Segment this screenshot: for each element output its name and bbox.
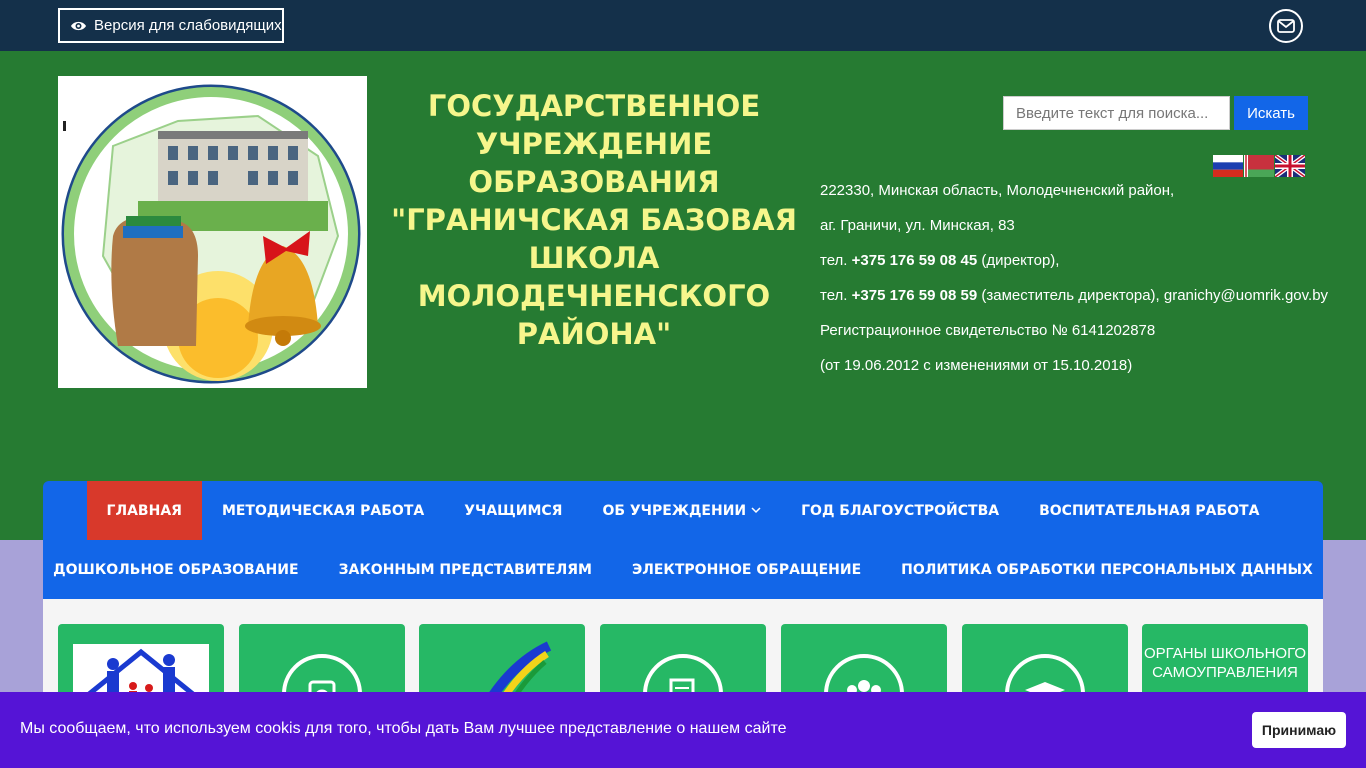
cookie-message: Мы сообщаем, что используем cookis для т… <box>20 720 787 737</box>
nav-item-about-label: ОБ УЧРЕЖДЕНИИ <box>602 502 747 519</box>
address-line: 222330, Минская область, Молодечненский … <box>820 182 1175 199</box>
nav-item-preschool[interactable]: ДОШКОЛЬНОЕ ОБРАЗОВАНИЕ <box>33 540 318 599</box>
phone-line-deputy: тел. +375 176 59 08 59 (заместитель дире… <box>820 282 1328 317</box>
search-button[interactable]: Искать <box>1234 96 1308 130</box>
page-title: ГОСУДАРСТВЕННОЕ УЧРЕЖДЕНИЕ ОБРАЗОВАНИЯ "… <box>391 89 797 351</box>
nav-item-home[interactable]: ГЛАВНАЯ <box>86 481 202 540</box>
nav-item-legal-representatives[interactable]: ЗАКОННЫМ ПРЕДСТАВИТЕЛЯМ <box>319 540 612 599</box>
chevron-down-icon <box>751 507 761 514</box>
nav-item-improvement-year[interactable]: ГОД БЛАГОУСТРОЙСТВА <box>781 481 1019 540</box>
visually-impaired-label: Версия для слабовидящих <box>94 17 282 34</box>
language-switcher <box>1213 155 1305 177</box>
nav-row: ДОШКОЛЬНОЕ ОБРАЗОВАНИЕ ЗАКОННЫМ ПРЕДСТАВ… <box>43 540 1323 599</box>
phone-prefix: тел. <box>820 287 852 304</box>
director-phone[interactable]: +375 176 59 08 45 <box>852 252 978 269</box>
nav-item-educational-work[interactable]: ВОСПИТАТЕЛЬНАЯ РАБОТА <box>1019 481 1279 540</box>
logo-emblem-image <box>61 84 361 384</box>
search-input[interactable] <box>1003 96 1230 130</box>
nav-item-privacy-policy[interactable]: ПОЛИТИКА ОБРАБОТКИ ПЕРСОНАЛЬНЫХ ДАННЫХ <box>881 540 1333 599</box>
contact-info: 222330, Минская область, Молодечненский … <box>820 177 1328 387</box>
top-bar: Версия для слабовидящих <box>0 0 1366 51</box>
visually-impaired-button[interactable]: Версия для слабовидящих <box>58 8 284 43</box>
registration-certificate: Регистрационное свидетельство № 61412028… <box>820 322 1156 339</box>
contact-mail-button[interactable] <box>1269 9 1303 43</box>
envelope-icon <box>1277 19 1295 33</box>
nav-item-methodical-work[interactable]: МЕТОДИЧЕСКАЯ РАБОТА <box>202 481 444 540</box>
nav-item-students[interactable]: УЧАЩИМСЯ <box>444 481 582 540</box>
nav-row: ГЛАВНАЯ МЕТОДИЧЕСКАЯ РАБОТА УЧАЩИМСЯ ОБ … <box>43 481 1323 540</box>
main-navigation: ГЛАВНАЯ МЕТОДИЧЕСКАЯ РАБОТА УЧАЩИМСЯ ОБ … <box>43 481 1323 599</box>
russian-flag-icon[interactable] <box>1213 155 1243 177</box>
nav-item-about[interactable]: ОБ УЧРЕЖДЕНИИ <box>582 481 781 540</box>
tile-label: ОРГАНЫ ШКОЛЬНОГО САМОУПРАВЛЕНИЯ <box>1143 645 1307 681</box>
phone-note-email: (заместитель директора), granichy@uomrik… <box>977 287 1329 304</box>
school-logo[interactable] <box>58 76 367 388</box>
cookie-consent-bar: Мы сообщаем, что используем cookis для т… <box>0 692 1366 768</box>
site-header: ГОСУДАРСТВЕННОЕ УЧРЕЖДЕНИЕ ОБРАЗОВАНИЯ "… <box>0 51 1366 540</box>
nav-item-electronic-appeal[interactable]: ЭЛЕКТРОННОЕ ОБРАЩЕНИЕ <box>612 540 881 599</box>
eye-icon <box>71 21 86 30</box>
phone-prefix: тел. <box>820 252 852 269</box>
registration-date: (от 19.06.2012 с изменениями от 15.10.20… <box>820 357 1133 374</box>
phone-line-director: тел. +375 176 59 08 45 (директор), <box>820 247 1328 282</box>
phone-note: (директор), <box>977 252 1060 269</box>
deputy-phone[interactable]: +375 176 59 08 59 <box>852 287 978 304</box>
english-flag-icon[interactable] <box>1275 155 1305 177</box>
cookie-accept-button[interactable]: Принимаю <box>1252 712 1346 748</box>
belarusian-flag-icon[interactable] <box>1244 155 1274 177</box>
address-line: аг. Граничи, ул. Минская, 83 <box>820 217 1015 234</box>
